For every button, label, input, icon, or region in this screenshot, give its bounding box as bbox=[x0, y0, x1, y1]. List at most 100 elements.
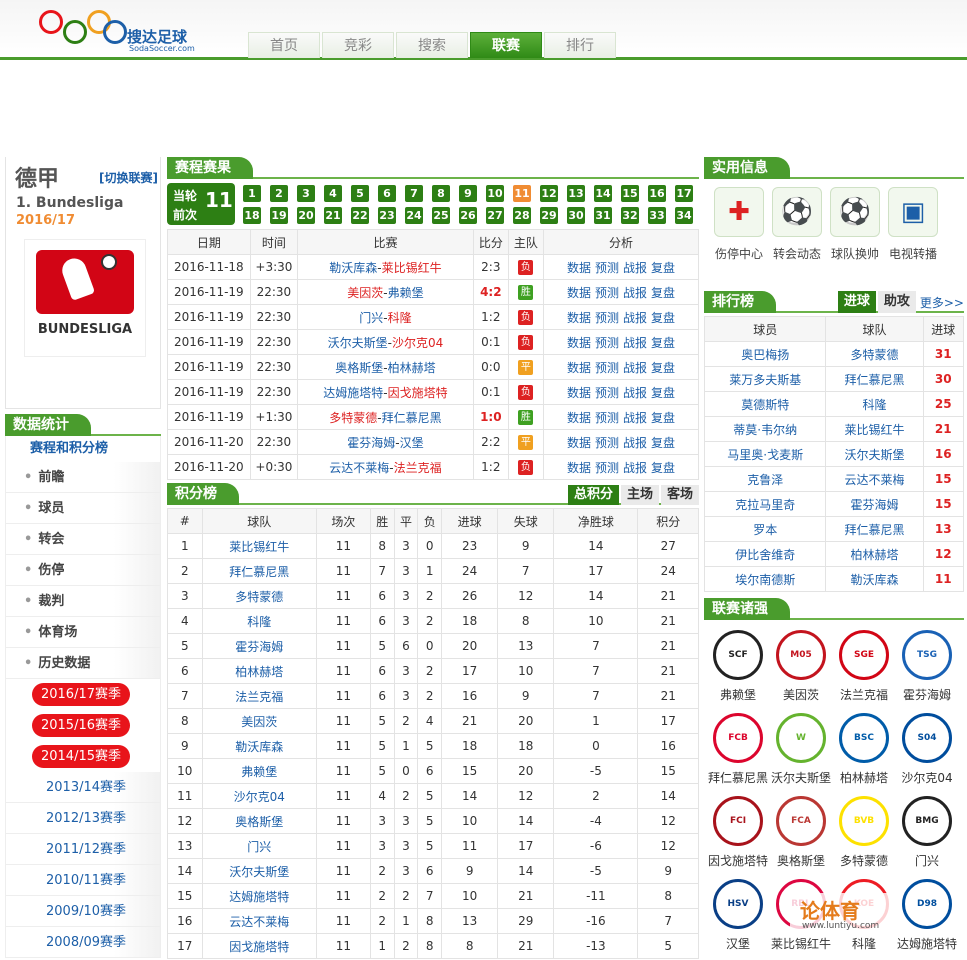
analysis-link[interactable]: 数据 bbox=[567, 336, 591, 350]
round-button[interactable]: 31 bbox=[594, 207, 612, 224]
round-button[interactable]: 6 bbox=[378, 185, 396, 202]
round-button[interactable]: 4 bbox=[324, 185, 342, 202]
analysis-link[interactable]: 复盘 bbox=[651, 336, 675, 350]
stats-menu-item[interactable]: 体育场 bbox=[5, 617, 161, 648]
round-button[interactable]: 13 bbox=[567, 185, 585, 202]
round-button[interactable]: 16 bbox=[648, 185, 666, 202]
home-team-link[interactable]: 达姆施塔特 bbox=[323, 386, 383, 400]
scorer-team-link[interactable]: 霍芬海姆 bbox=[825, 491, 924, 517]
standings-team-link[interactable]: 沙尔克04 bbox=[201, 783, 317, 809]
away-team-link[interactable]: 因戈施塔特 bbox=[388, 386, 448, 400]
round-button[interactable]: 29 bbox=[540, 207, 558, 224]
scorer-team-link[interactable]: 莱比锡红牛 bbox=[825, 416, 924, 442]
analysis-link[interactable]: 预测 bbox=[595, 436, 619, 450]
standings-team-link[interactable]: 莱比锡红牛 bbox=[201, 533, 317, 559]
round-button[interactable]: 9 bbox=[459, 185, 477, 202]
analysis-link[interactable]: 数据 bbox=[567, 411, 591, 425]
club-item[interactable]: S04 沙尔克04 bbox=[897, 713, 957, 786]
stats-menu-item[interactable]: 伤停 bbox=[5, 555, 161, 586]
analysis-link[interactable]: 预测 bbox=[595, 461, 619, 475]
standings-team-link[interactable]: 门兴 bbox=[201, 833, 317, 859]
round-button[interactable]: 24 bbox=[405, 207, 423, 224]
nav-item-2[interactable]: 搜索 bbox=[396, 32, 468, 58]
season-link[interactable]: 2009/10赛季 bbox=[5, 896, 161, 927]
analysis-link[interactable]: 预测 bbox=[595, 311, 619, 325]
analysis-link[interactable]: 复盘 bbox=[651, 311, 675, 325]
season-link[interactable]: 2012/13赛季 bbox=[5, 803, 161, 834]
scorer-name-link[interactable]: 马里奥·戈麦斯 bbox=[703, 441, 827, 467]
tool-item[interactable]: ▣ 电视转播 bbox=[884, 187, 942, 262]
scorer-team-link[interactable]: 拜仁慕尼黑 bbox=[825, 516, 924, 542]
stats-menu-item[interactable]: 历史数据 bbox=[5, 648, 161, 679]
scorer-name-link[interactable]: 奥巴梅扬 bbox=[703, 341, 827, 367]
nav-item-4[interactable]: 排行 bbox=[544, 32, 616, 58]
away-team-link[interactable]: 柏林赫塔 bbox=[388, 361, 436, 375]
round-button[interactable]: 8 bbox=[432, 185, 450, 202]
analysis-link[interactable]: 数据 bbox=[567, 261, 591, 275]
standings-team-link[interactable]: 达姆施塔特 bbox=[201, 883, 317, 909]
round-button[interactable]: 14 bbox=[594, 185, 612, 202]
more-link[interactable]: 更多>> bbox=[920, 291, 964, 315]
standings-team-link[interactable]: 柏林赫塔 bbox=[201, 658, 317, 684]
analysis-link[interactable]: 预测 bbox=[595, 336, 619, 350]
round-button[interactable]: 3 bbox=[297, 185, 315, 202]
standings-tab[interactable]: 客场 bbox=[660, 485, 699, 505]
analysis-link[interactable]: 预测 bbox=[595, 286, 619, 300]
season-link[interactable]: 2011/12赛季 bbox=[5, 834, 161, 865]
site-logo[interactable]: 搜达足球 SodaSoccer.com bbox=[35, 10, 195, 56]
club-item[interactable]: FCB 拜仁慕尼黑 bbox=[708, 713, 768, 786]
standings-team-link[interactable]: 云达不莱梅 bbox=[201, 908, 317, 934]
home-team-link[interactable]: 奥格斯堡 bbox=[335, 361, 383, 375]
away-team-link[interactable]: 拜仁慕尼黑 bbox=[382, 411, 442, 425]
season-button[interactable]: 2016/17赛季 bbox=[32, 683, 130, 706]
analysis-link[interactable]: 预测 bbox=[595, 411, 619, 425]
scorer-name-link[interactable]: 伊比舍维奇 bbox=[703, 541, 827, 567]
round-button[interactable]: 34 bbox=[675, 207, 693, 224]
stats-menu-item[interactable]: 裁判 bbox=[5, 586, 161, 617]
tool-item[interactable]: ⚽ 转会动态 bbox=[768, 187, 826, 262]
scorer-name-link[interactable]: 罗本 bbox=[703, 516, 827, 542]
standings-team-link[interactable]: 拜仁慕尼黑 bbox=[201, 558, 317, 584]
scorers-tab[interactable]: 助攻 bbox=[877, 291, 916, 313]
club-item[interactable]: W 沃尔夫斯堡 bbox=[771, 713, 831, 786]
round-button[interactable]: 17 bbox=[675, 185, 693, 202]
home-team-link[interactable]: 沃尔夫斯堡 bbox=[328, 336, 388, 350]
home-team-link[interactable]: 门兴 bbox=[359, 311, 383, 325]
away-team-link[interactable]: 弗赖堡 bbox=[388, 286, 424, 300]
standings-team-link[interactable]: 霍芬海姆 bbox=[201, 633, 317, 659]
analysis-link[interactable]: 战报 bbox=[623, 461, 647, 475]
round-button[interactable]: 5 bbox=[351, 185, 369, 202]
home-team-link[interactable]: 勒沃库森 bbox=[329, 261, 377, 275]
club-item[interactable]: HSV 汉堡 bbox=[708, 879, 768, 952]
standings-team-link[interactable]: 奥格斯堡 bbox=[201, 808, 317, 834]
standings-team-link[interactable]: 美因茨 bbox=[201, 708, 317, 734]
round-button[interactable]: 7 bbox=[405, 185, 423, 202]
analysis-link[interactable]: 战报 bbox=[623, 261, 647, 275]
standings-tab[interactable]: 总积分 bbox=[567, 485, 619, 505]
scorer-team-link[interactable]: 科隆 bbox=[825, 391, 924, 417]
analysis-link[interactable]: 复盘 bbox=[651, 436, 675, 450]
club-item[interactable]: SGE 法兰克福 bbox=[834, 630, 894, 703]
analysis-link[interactable]: 复盘 bbox=[651, 386, 675, 400]
club-item[interactable]: BSC 柏林赫塔 bbox=[834, 713, 894, 786]
standings-team-link[interactable]: 沃尔夫斯堡 bbox=[201, 858, 317, 884]
standings-team-link[interactable]: 因戈施塔特 bbox=[201, 933, 317, 959]
analysis-link[interactable]: 数据 bbox=[567, 311, 591, 325]
round-button[interactable]: 19 bbox=[270, 207, 288, 224]
nav-item-0[interactable]: 首页 bbox=[248, 32, 320, 58]
home-team-link[interactable]: 美因茨 bbox=[347, 286, 383, 300]
club-item[interactable]: M05 美因茨 bbox=[771, 630, 831, 703]
scorer-team-link[interactable]: 沃尔夫斯堡 bbox=[825, 441, 924, 467]
scorer-name-link[interactable]: 克鲁泽 bbox=[703, 466, 827, 492]
analysis-link[interactable]: 复盘 bbox=[651, 461, 675, 475]
club-item[interactable]: FCA 奥格斯堡 bbox=[771, 796, 831, 869]
standings-team-link[interactable]: 弗赖堡 bbox=[201, 758, 317, 784]
analysis-link[interactable]: 预测 bbox=[595, 261, 619, 275]
round-button[interactable]: 20 bbox=[297, 207, 315, 224]
season-link[interactable]: 2010/11赛季 bbox=[5, 865, 161, 896]
analysis-link[interactable]: 战报 bbox=[623, 361, 647, 375]
round-button[interactable]: 22 bbox=[351, 207, 369, 224]
round-button[interactable]: 28 bbox=[513, 207, 531, 224]
analysis-link[interactable]: 预测 bbox=[595, 361, 619, 375]
away-team-link[interactable]: 沙尔克04 bbox=[392, 336, 443, 350]
